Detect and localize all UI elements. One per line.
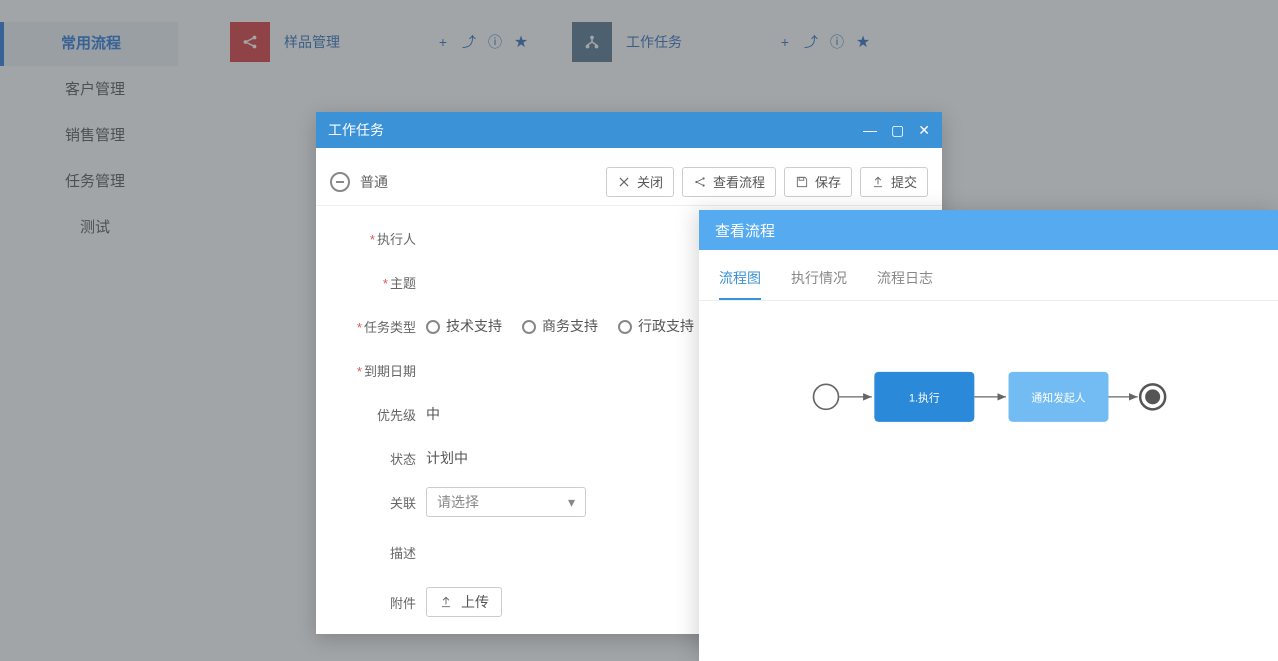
label-description: 描述 — [336, 543, 426, 562]
mode-label: 普通 — [360, 172, 388, 192]
view-flow-button[interactable]: 查看流程 — [682, 167, 776, 197]
radio-tech[interactable]: 技术支持 — [426, 316, 502, 336]
label-executor: 执行人 — [336, 229, 426, 248]
minimize-icon[interactable]: — — [863, 122, 877, 139]
mode-indicator: 普通 — [330, 172, 388, 192]
save-button[interactable]: 保存 — [784, 167, 852, 197]
label-duedate: 到期日期 — [336, 361, 426, 380]
dialog2-title: 查看流程 — [699, 210, 1278, 250]
maximize-icon[interactable]: ▢ — [891, 122, 904, 139]
tab-log[interactable]: 流程日志 — [877, 268, 933, 300]
close-button[interactable]: 关闭 — [606, 167, 674, 197]
chevron-down-icon: ▾ — [568, 494, 575, 511]
label-subject: 主题 — [336, 273, 426, 292]
flow-notify-label: 通知发起人 — [1031, 390, 1085, 404]
flow-start-node — [814, 384, 839, 409]
related-select[interactable]: 请选择▾ — [426, 487, 586, 517]
radio-biz[interactable]: 商务支持 — [522, 316, 598, 336]
close-icon[interactable]: ✕ — [918, 122, 930, 139]
dialog-title: 工作任务 — [328, 120, 384, 140]
flow-exec-label: 1.执行 — [909, 390, 940, 404]
flowchart-canvas: 1.执行 通知发起人 — [699, 301, 1278, 501]
minus-circle-icon — [330, 172, 350, 192]
label-related: 关联 — [336, 493, 426, 512]
label-priority: 优先级 — [336, 405, 426, 424]
label-status: 状态 — [336, 449, 426, 468]
tab-execution[interactable]: 执行情况 — [791, 268, 847, 300]
submit-button[interactable]: 提交 — [860, 167, 928, 197]
label-tasktype: 任务类型 — [336, 317, 426, 336]
view-flow-dialog: 查看流程 流程图 执行情况 流程日志 1.执行 通知发起人 — [699, 210, 1278, 661]
label-attachment: 附件 — [336, 593, 426, 612]
upload-button[interactable]: 上传 — [426, 587, 502, 617]
radio-admin[interactable]: 行政支持 — [618, 316, 694, 336]
tab-flowchart[interactable]: 流程图 — [719, 268, 761, 300]
